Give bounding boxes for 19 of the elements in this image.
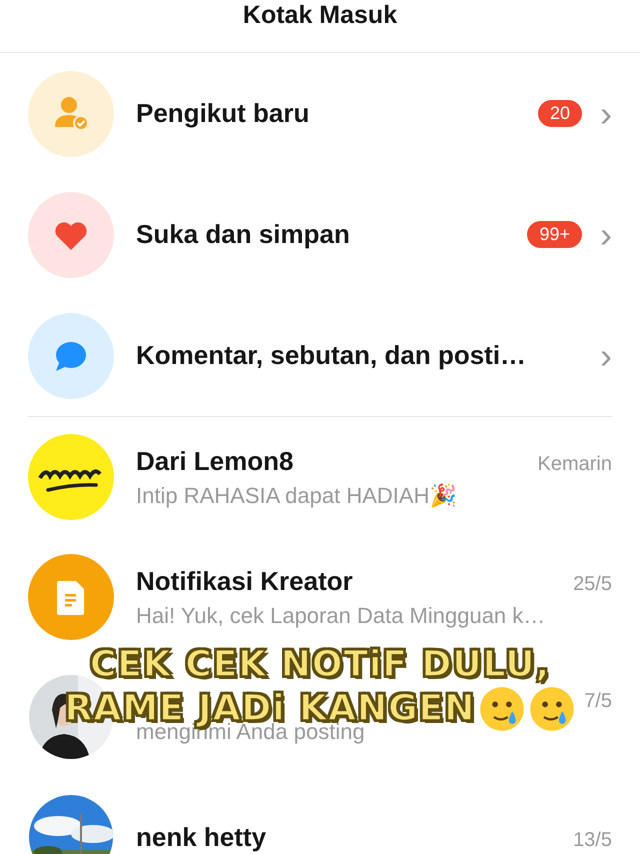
chevron-icon: ›: [600, 216, 612, 252]
message-time: 13/5: [573, 828, 612, 852]
count-badge: 99+: [527, 221, 582, 248]
category-label: Pengikut baru: [136, 98, 310, 129]
message-time: 25/5: [573, 572, 612, 596]
message-preview: Intip RAHASIA dapat HADIAH🎉: [136, 482, 458, 508]
message-time: Kemarin: [538, 452, 612, 476]
page-title: Kotak Masuk: [242, 0, 398, 30]
chevron-icon: ›: [600, 338, 612, 374]
count-badge: 20: [538, 100, 582, 127]
sender-name: Dari Lemon8: [136, 446, 294, 476]
message-preview: Hai! Yuk, cek Laporan Data Mingguan k…: [136, 602, 546, 628]
category-label: Komentar, sebutan, dan posti…: [136, 340, 528, 371]
sender-name: Notifikasi Kreator: [136, 566, 353, 596]
category-label: Suka dan simpan: [136, 219, 351, 250]
sender-name: nenk hetty: [136, 822, 266, 852]
message-time: 7/5: [584, 690, 612, 712]
chevron-icon: ›: [600, 96, 612, 132]
caption-text: CEK CEK NOTiF DULU,: [90, 644, 550, 686]
